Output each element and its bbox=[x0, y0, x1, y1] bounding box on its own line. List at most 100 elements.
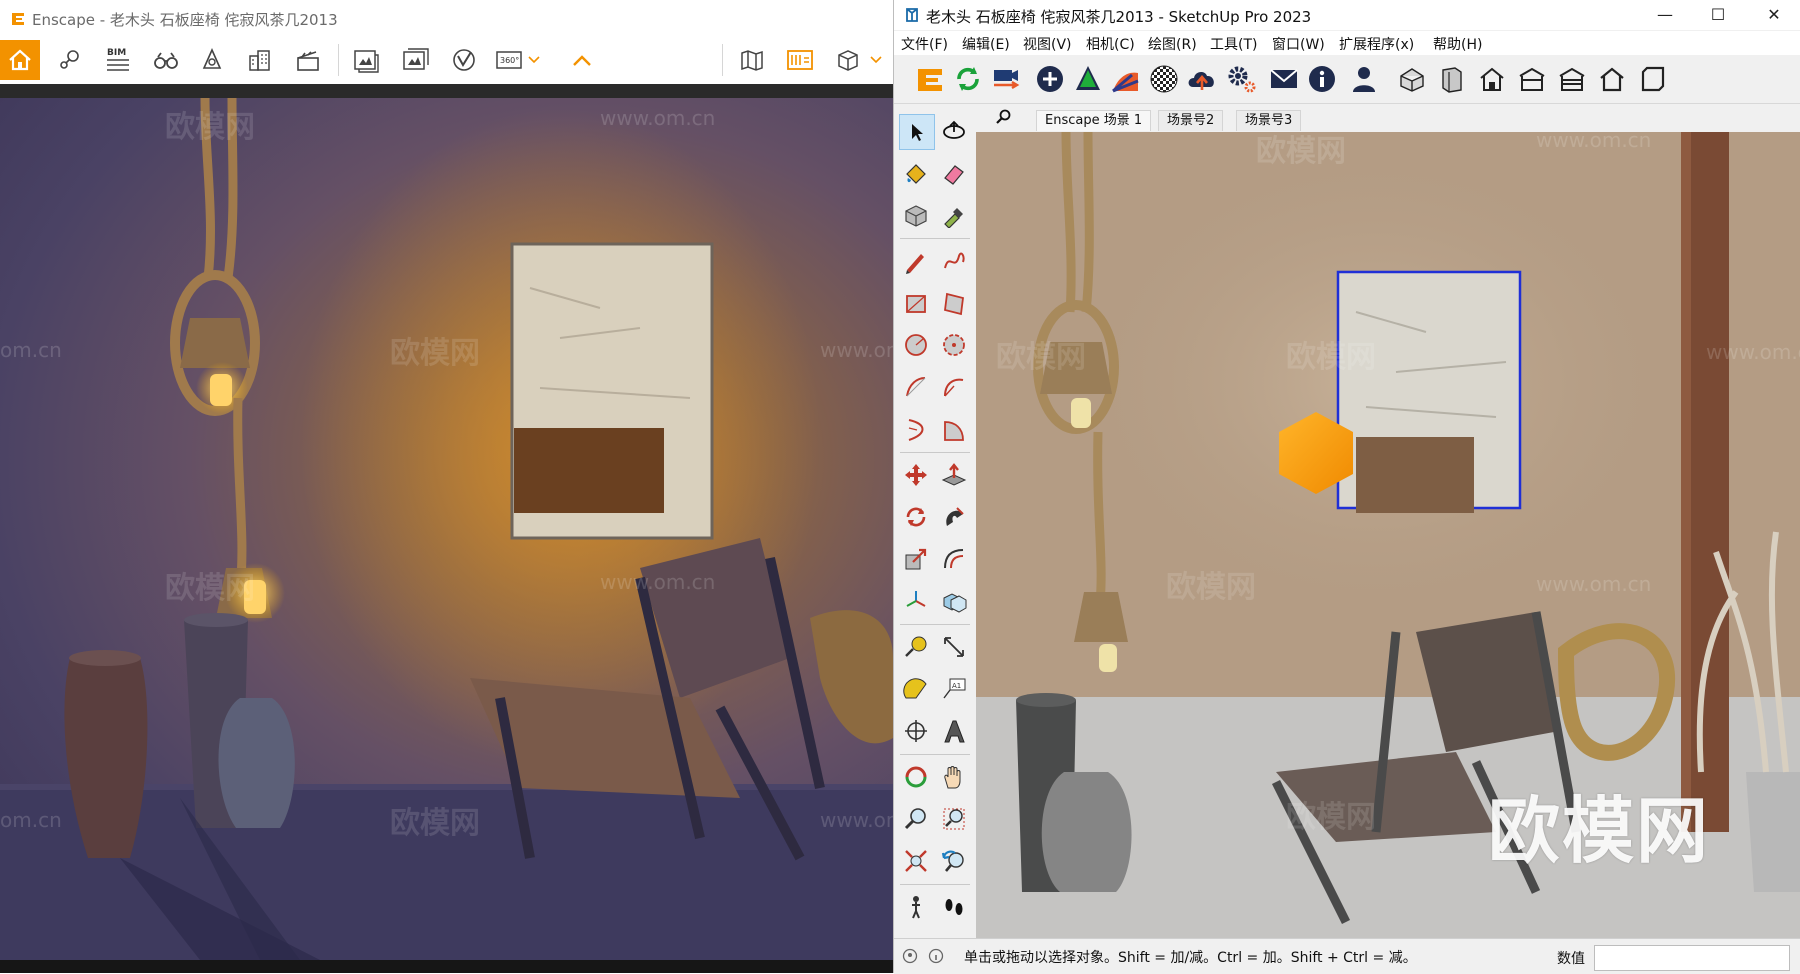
enscape-views-button[interactable] bbox=[988, 61, 1024, 97]
light-view-button[interactable] bbox=[192, 40, 232, 80]
scale-tool[interactable] bbox=[899, 542, 933, 576]
menu-draw[interactable]: 绘图(R) bbox=[1148, 34, 1197, 54]
vr-button[interactable] bbox=[444, 40, 484, 80]
arc-tool[interactable] bbox=[899, 370, 933, 404]
previous-view-tool[interactable] bbox=[937, 844, 971, 878]
cloud-upload-button[interactable] bbox=[1184, 61, 1220, 97]
tape-measure-tool[interactable] bbox=[899, 630, 933, 664]
walk-tool[interactable] bbox=[937, 890, 971, 924]
protractor-tool[interactable] bbox=[899, 672, 933, 706]
panorama-dropdown-button[interactable] bbox=[524, 40, 544, 80]
circle-icon bbox=[905, 334, 927, 356]
right-view-button[interactable] bbox=[1514, 61, 1550, 97]
enscape-render-viewport[interactable]: 欧模网 www.om.cn om.cn 欧模网 www.om.cn 欧模网 ww… bbox=[0, 98, 893, 960]
buildings-button[interactable] bbox=[240, 40, 280, 80]
menu-camera[interactable]: 相机(C) bbox=[1086, 34, 1135, 54]
close-button[interactable]: ✕ bbox=[1760, 4, 1788, 26]
push-pull-tool[interactable] bbox=[937, 458, 971, 492]
location-button[interactable] bbox=[50, 40, 90, 80]
move-tool[interactable] bbox=[899, 458, 933, 492]
rectangle-tool[interactable] bbox=[899, 286, 933, 320]
video-editor-button[interactable] bbox=[288, 40, 328, 80]
account-button[interactable] bbox=[1346, 61, 1382, 97]
section-plane-tool[interactable] bbox=[899, 714, 933, 748]
checker-button[interactable] bbox=[1146, 61, 1182, 97]
info-status-icon[interactable] bbox=[928, 948, 944, 964]
zoom-extents-tool[interactable] bbox=[899, 844, 933, 878]
axes-tool[interactable] bbox=[899, 584, 933, 618]
enscape-sync-button[interactable] bbox=[950, 61, 986, 97]
scene-tab-3[interactable]: 场景号3 bbox=[1236, 110, 1302, 131]
walk-button[interactable] bbox=[146, 40, 186, 80]
measurements-input[interactable] bbox=[1594, 945, 1790, 971]
menu-window[interactable]: 窗口(W) bbox=[1272, 34, 1325, 54]
enscape-logo-icon bbox=[12, 13, 24, 25]
dimension-tool[interactable] bbox=[937, 630, 971, 664]
feedback-button[interactable] bbox=[1266, 61, 1302, 97]
enscape-start-button[interactable] bbox=[912, 61, 948, 97]
3d-text-tool[interactable] bbox=[937, 714, 971, 748]
zoom-window-tool[interactable] bbox=[937, 802, 971, 836]
circle-tool[interactable] bbox=[899, 328, 933, 362]
line-tool[interactable] bbox=[899, 244, 933, 278]
watermark-partial: om.cn bbox=[0, 808, 62, 832]
left-view-button[interactable] bbox=[1594, 61, 1630, 97]
top-view-button[interactable] bbox=[1434, 61, 1470, 97]
asset-library-button[interactable] bbox=[780, 40, 820, 80]
solid-tools[interactable] bbox=[937, 584, 971, 618]
two-point-arc-tool[interactable] bbox=[937, 370, 971, 404]
offset-tool[interactable] bbox=[937, 542, 971, 576]
pie-tool[interactable] bbox=[937, 412, 971, 446]
materials-button[interactable] bbox=[1108, 61, 1144, 97]
freehand-tool[interactable] bbox=[937, 244, 971, 278]
bim-button[interactable]: BIM bbox=[98, 40, 138, 80]
text-tool[interactable]: A1 bbox=[937, 672, 971, 706]
white-vase bbox=[1746, 772, 1800, 892]
map-button[interactable] bbox=[732, 40, 772, 80]
gallery-button[interactable] bbox=[396, 40, 436, 80]
cube-view-button[interactable] bbox=[828, 40, 868, 80]
scene-tab-2[interactable]: 场景号2 bbox=[1158, 110, 1224, 131]
menu-help[interactable]: 帮助(H) bbox=[1433, 34, 1482, 54]
minimize-button[interactable]: — bbox=[1651, 4, 1679, 26]
hand-icon bbox=[944, 766, 961, 789]
eyedropper-tool[interactable] bbox=[937, 198, 971, 232]
menu-edit[interactable]: 编辑(E) bbox=[962, 34, 1010, 54]
position-camera-tool[interactable] bbox=[899, 890, 933, 924]
select-tool[interactable] bbox=[899, 114, 935, 150]
menu-tools[interactable]: 工具(T) bbox=[1210, 34, 1257, 54]
bottom-view-button[interactable] bbox=[1634, 61, 1670, 97]
eraser-tool[interactable] bbox=[937, 156, 971, 190]
polygon-tool[interactable] bbox=[937, 328, 971, 362]
batch-render-button[interactable] bbox=[346, 40, 386, 80]
menu-extensions[interactable]: 扩展程序(x) bbox=[1339, 34, 1414, 54]
home-button[interactable] bbox=[0, 40, 40, 80]
view-dropdown-button[interactable] bbox=[866, 40, 886, 80]
iso-view-button[interactable] bbox=[1394, 61, 1430, 97]
follow-me-tool[interactable] bbox=[937, 500, 971, 534]
component-tool[interactable] bbox=[899, 198, 933, 232]
scene-tab-enscape-1[interactable]: Enscape 场景 1 bbox=[1036, 110, 1152, 131]
pan-tool[interactable] bbox=[937, 760, 971, 794]
back-view-button[interactable] bbox=[1554, 61, 1590, 97]
tree-button[interactable] bbox=[1070, 61, 1106, 97]
geo-location-icon[interactable] bbox=[902, 948, 918, 964]
rotated-rectangle-tool[interactable] bbox=[937, 286, 971, 320]
enscape-viewport-top-edge bbox=[0, 84, 893, 98]
menu-view[interactable]: 视图(V) bbox=[1023, 34, 1072, 54]
settings-button[interactable] bbox=[1224, 61, 1260, 97]
front-view-button[interactable] bbox=[1474, 61, 1510, 97]
zoom-tool[interactable] bbox=[899, 802, 933, 836]
paint-bucket-tool[interactable] bbox=[899, 156, 933, 190]
add-button[interactable] bbox=[1032, 61, 1068, 97]
orbit-tool[interactable] bbox=[899, 760, 933, 794]
menu-file[interactable]: 文件(F) bbox=[901, 34, 948, 54]
rotate-tool[interactable] bbox=[899, 500, 933, 534]
search-icon[interactable] bbox=[994, 108, 1012, 126]
three-point-arc-tool[interactable] bbox=[899, 412, 933, 446]
sketchup-model-viewport[interactable]: 欧模网 www.om.cn 欧模网 欧模网 www.om.cn 欧模网 www.… bbox=[976, 132, 1800, 938]
maximize-button[interactable]: ☐ bbox=[1704, 4, 1732, 26]
about-button[interactable] bbox=[1304, 61, 1340, 97]
collapse-toolbar-button[interactable] bbox=[562, 40, 602, 80]
orbit-tool-top[interactable] bbox=[937, 114, 971, 148]
